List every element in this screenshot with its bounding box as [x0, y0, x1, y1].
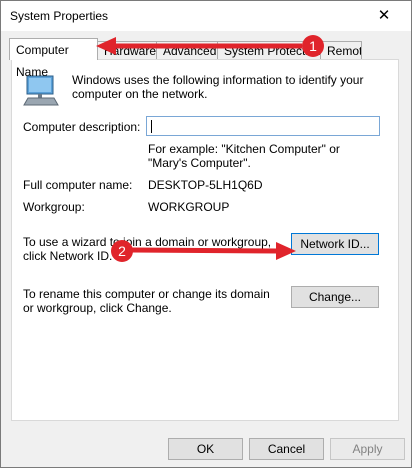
window-title: System Properties — [10, 9, 109, 23]
title-bar: System Properties ✕ — [1, 1, 411, 31]
computer-description-input[interactable] — [146, 116, 380, 136]
tab-remote[interactable]: Remote — [320, 41, 362, 59]
network-id-instructions: To use a wizard to join a domain or work… — [23, 235, 272, 263]
intro-text: Windows uses the following information t… — [72, 73, 364, 101]
full-computer-name-label: Full computer name: — [23, 178, 133, 192]
step-badge-2: 2 — [111, 240, 133, 262]
tab-label: Hardware — [104, 44, 157, 58]
change-button[interactable]: Change... — [291, 286, 379, 308]
change-instructions: To rename this computer or change its do… — [23, 287, 270, 315]
network-id-button[interactable]: Network ID... — [291, 233, 379, 255]
tab-computer-name[interactable]: Computer Name — [9, 38, 98, 79]
workgroup-value: WORKGROUP — [148, 200, 230, 214]
full-computer-name-value: DESKTOP-5LH1Q6D — [148, 178, 263, 192]
close-icon[interactable]: ✕ — [369, 5, 399, 27]
tab-advanced[interactable]: Advanced — [156, 41, 218, 59]
description-hint: For example: "Kitchen Computer" or "Mary… — [148, 142, 340, 170]
cancel-button[interactable]: Cancel — [249, 438, 324, 460]
text-caret — [151, 120, 152, 133]
tab-label: Remote — [327, 44, 361, 58]
workgroup-label: Workgroup: — [23, 200, 85, 214]
ok-button[interactable]: OK — [168, 438, 243, 460]
computer-description-label: Computer description: — [23, 120, 141, 134]
system-properties-window: System Properties ✕ Computer Name Hardwa… — [0, 0, 412, 468]
step-badge-1: 1 — [302, 35, 324, 57]
apply-button[interactable]: Apply — [330, 438, 405, 460]
tab-label: Advanced — [163, 44, 217, 58]
tab-hardware[interactable]: Hardware — [97, 41, 157, 59]
